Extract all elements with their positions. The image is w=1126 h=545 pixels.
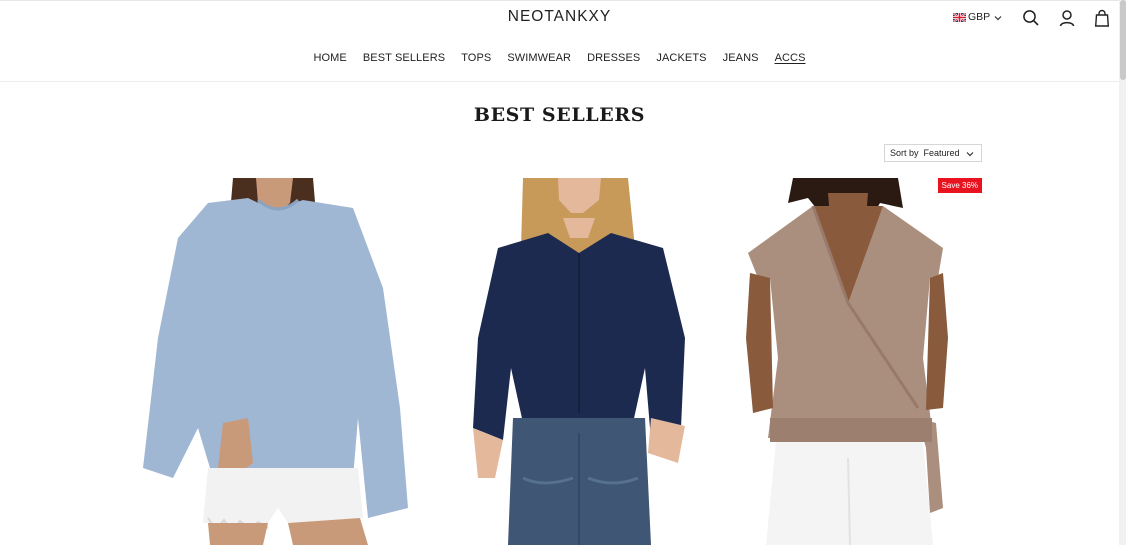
uk-flag-icon [952,11,967,23]
nav-item-jeans[interactable]: JEANS [715,52,767,64]
chevron-down-icon [966,150,974,158]
nav-item-accs[interactable]: ACCS [767,52,814,64]
chevron-down-icon [994,13,1002,21]
header-divider [0,81,1119,82]
product-card[interactable] [423,178,697,545]
currency-label: GBP [968,11,991,23]
search-icon[interactable] [1022,9,1040,27]
nav-item-home[interactable]: HOME [305,52,354,64]
currency-selector[interactable]: GBP [952,11,1002,23]
scrollbar-track[interactable] [1119,0,1126,545]
nav-item-tops[interactable]: TOPS [453,52,499,64]
page: NEOTANKXY GBP HOME BEST SELLERS TOPS SWI… [0,0,1119,545]
nav-item-best-sellers[interactable]: BEST SELLERS [355,52,453,64]
product-card[interactable] [138,178,412,545]
bag-icon[interactable] [1093,9,1111,27]
nav-item-swimwear[interactable]: SWIMWEAR [499,52,579,64]
sort-value: Featured [923,148,960,158]
top-divider [0,0,1119,1]
store-logo[interactable]: NEOTANKXY [0,8,1119,26]
product-image[interactable] [138,178,412,545]
main-nav: HOME BEST SELLERS TOPS SWIMWEAR DRESSES … [0,52,1119,64]
scrollbar-thumb[interactable] [1120,0,1126,80]
product-image[interactable] [708,178,982,545]
nav-item-jackets[interactable]: JACKETS [648,52,714,64]
nav-item-dresses[interactable]: DRESSES [579,52,648,64]
sort-dropdown[interactable]: Sort by Featured [884,144,982,162]
product-image[interactable] [423,178,697,545]
page-title: BEST SELLERS [473,104,646,126]
user-icon[interactable] [1058,9,1076,27]
sale-badge: Save 36% [937,178,982,193]
product-card[interactable]: Save 36% [708,178,982,545]
sort-label: Sort by [890,148,919,158]
